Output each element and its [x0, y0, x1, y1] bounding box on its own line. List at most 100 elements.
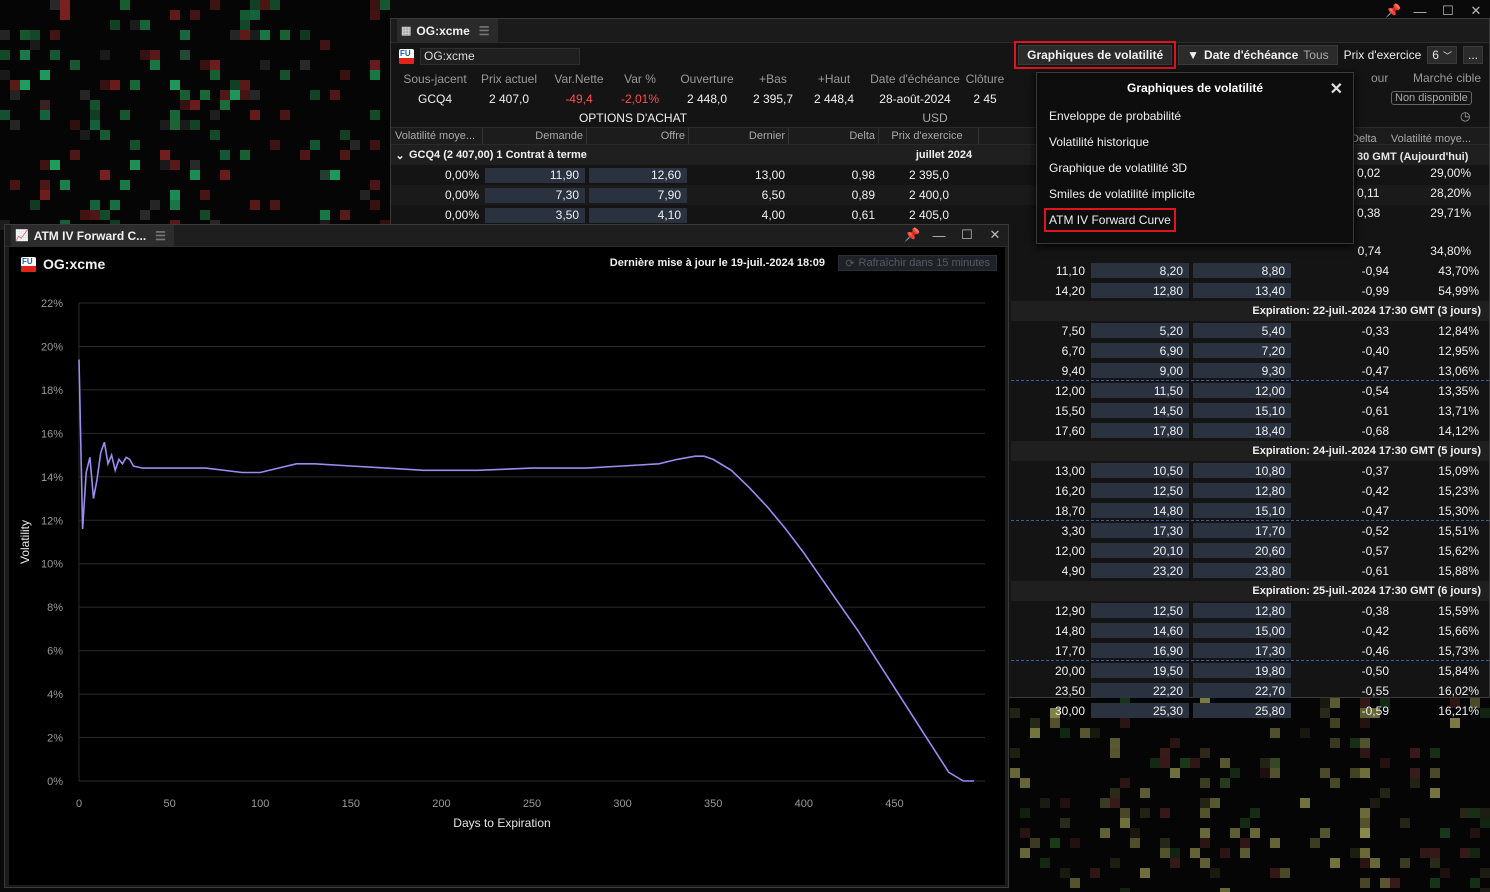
ask-cell[interactable]: 15,00 [1193, 623, 1291, 638]
table-row[interactable]: 15,50 14,50 15,10 -0,61 13,71% [1011, 401, 1489, 421]
ask-cell[interactable]: 15,10 [1193, 503, 1291, 518]
table-row[interactable]: 12,00 20,10 20,60 -0,57 15,62% [1011, 541, 1489, 561]
close-icon[interactable]: ✕ [988, 227, 1002, 243]
table-row[interactable]: 4,90 23,20 23,80 -0,61 15,88% [1011, 561, 1489, 581]
ask-cell[interactable]: 5,40 [1193, 323, 1291, 338]
bid-cell[interactable]: 9,00 [1091, 363, 1189, 378]
pin-icon[interactable]: 📌 [904, 227, 920, 243]
ask-cell[interactable]: 17,70 [1193, 523, 1291, 538]
table-row[interactable]: 3,30 17,30 17,70 -0,52 15,51% [1011, 521, 1489, 541]
ask-cell[interactable]: 23,80 [1193, 563, 1291, 578]
expiration-row[interactable]: Expiration: 24-juil.-2024 17:30 GMT (5 j… [1011, 441, 1489, 461]
clock-icon[interactable]: ◷ [1460, 109, 1470, 123]
ask-cell[interactable]: 12,60 [589, 167, 687, 183]
minimize-icon[interactable]: — [932, 228, 946, 243]
bid-cell[interactable]: 17,30 [1091, 523, 1189, 538]
bid-cell[interactable]: 22,20 [1091, 683, 1189, 698]
column-header[interactable]: Demande [483, 128, 587, 144]
table-row[interactable]: 12,90 12,50 12,80 -0,38 15,59% [1011, 601, 1489, 621]
more-button[interactable]: ... [1462, 46, 1483, 64]
bid-cell[interactable]: 12,50 [1091, 603, 1189, 618]
menu-icon[interactable]: ☰ [155, 229, 166, 243]
column-header[interactable]: Delta [789, 128, 879, 144]
table-row[interactable]: 14,80 14,60 15,00 -0,42 15,66% [1011, 621, 1489, 641]
column-header[interactable]: Volatilité moye... [391, 128, 483, 144]
table-row[interactable]: 23,50 22,20 22,70 -0,55 16,02% [1011, 681, 1489, 701]
bid-cell[interactable]: 12,50 [1091, 483, 1189, 498]
table-row[interactable]: 7,50 5,20 5,40 -0,33 12,84% [1011, 321, 1489, 341]
column-header[interactable]: Offre [587, 128, 689, 144]
bid-cell[interactable]: 19,50 [1091, 663, 1189, 678]
expiration-row[interactable]: Expiration: 25-juil.-2024 17:30 GMT (6 j… [1011, 581, 1489, 601]
bid-cell[interactable]: 14,50 [1091, 403, 1189, 418]
bid-cell[interactable]: 12,80 [1091, 283, 1189, 298]
ask-cell[interactable]: 7,90 [589, 187, 687, 203]
close-icon[interactable]: ✕ [1330, 79, 1343, 99]
ask-cell[interactable]: 12,00 [1193, 383, 1291, 398]
bid-cell[interactable]: 25,30 [1091, 703, 1189, 718]
menu-item-probability-envelope[interactable]: Enveloppe de probabilité [1037, 103, 1353, 129]
chevron-down-icon[interactable]: ⌄ [391, 149, 409, 162]
bid-cell[interactable]: 23,20 [1091, 563, 1189, 578]
table-row[interactable]: 13,00 10,50 10,80 -0,37 15,09% [1011, 461, 1489, 481]
bid-cell[interactable]: 11,90 [485, 167, 585, 183]
ask-cell[interactable]: 12,80 [1193, 483, 1291, 498]
table-row[interactable]: 9,40 9,00 9,30 -0,47 13,06% [1011, 361, 1489, 381]
ask-cell[interactable]: 7,20 [1193, 343, 1291, 358]
bid-cell[interactable]: 7,30 [485, 187, 585, 203]
refresh-button[interactable]: ⟳ Rafraîchir dans 15 minutes [838, 255, 997, 271]
table-row[interactable]: 0,38 29,71% [1357, 203, 1471, 223]
table-row[interactable]: 16,20 12,50 12,80 -0,42 15,23% [1011, 481, 1489, 501]
bid-cell[interactable]: 6,90 [1091, 343, 1189, 358]
table-row[interactable]: 0,02 29,00% [1357, 163, 1471, 183]
menu-item-implied-volatility-smiles[interactable]: Smiles de volatilité implicite [1037, 181, 1353, 207]
table-row[interactable]: 17,70 16,90 17,30 -0,46 15,73% [1011, 641, 1489, 661]
column-header[interactable]: Prix d'exercice [879, 128, 979, 144]
bid-cell[interactable]: 16,90 [1091, 643, 1189, 658]
ask-cell[interactable]: 18,40 [1193, 423, 1291, 438]
volatility-charts-button[interactable]: Graphiques de volatilité [1014, 41, 1177, 69]
ask-cell[interactable]: 19,80 [1193, 663, 1291, 678]
table-row[interactable]: 30,00 25,30 25,80 -0,59 16,21% [1011, 701, 1489, 721]
ask-cell[interactable]: 9,30 [1193, 363, 1291, 378]
bid-cell[interactable]: 17,80 [1091, 423, 1189, 438]
ask-cell[interactable]: 12,80 [1193, 603, 1291, 618]
minimize-icon[interactable]: — [1413, 4, 1427, 19]
ask-cell[interactable]: 22,70 [1193, 683, 1291, 698]
atm-iv-forward-curve-chart[interactable]: 0% 2% 4% 6% 8% 10% 12% 14% 16% 18% 20% 22% 0 50 100 150… [9, 281, 1005, 885]
menu-icon[interactable]: ☰ [479, 24, 490, 38]
ask-cell[interactable]: 20,60 [1193, 543, 1291, 558]
ask-cell[interactable]: 4,10 [589, 207, 687, 223]
menu-item-historical-volatility[interactable]: Volatilité historique [1037, 129, 1353, 155]
column-header[interactable]: Dernier [689, 128, 789, 144]
ask-cell[interactable]: 15,10 [1193, 403, 1291, 418]
table-row[interactable]: 14,20 12,80 13,40 -0,99 54,99% [1011, 281, 1489, 301]
bid-cell[interactable]: 14,80 [1091, 503, 1189, 518]
table-row[interactable]: 20,00 19,50 19,80 -0,50 15,84% [1011, 661, 1489, 681]
ask-cell[interactable]: 8,80 [1193, 263, 1291, 278]
table-row[interactable]: 0,11 28,20% [1357, 183, 1471, 203]
bid-cell[interactable]: 20,10 [1091, 543, 1189, 558]
bid-cell[interactable]: 8,20 [1091, 263, 1189, 278]
table-row[interactable]: 18,70 14,80 15,10 -0,47 15,30% [1011, 501, 1489, 521]
table-row[interactable]: 12,00 11,50 12,00 -0,54 13,35% [1011, 381, 1489, 401]
ask-cell[interactable]: 17,30 [1193, 643, 1291, 658]
close-icon[interactable]: ✕ [1469, 3, 1483, 19]
bid-cell[interactable]: 14,60 [1091, 623, 1189, 638]
maximize-icon[interactable]: ☐ [1441, 3, 1455, 19]
table-row[interactable]: 11,10 8,20 8,80 -0,94 43,70% [1011, 261, 1489, 281]
menu-item-3d-volatility[interactable]: Graphique de volatilité 3D [1037, 155, 1353, 181]
bid-cell[interactable]: 3,50 [485, 207, 585, 223]
expiration-row[interactable]: Expiration: 22-juil.-2024 17:30 GMT (3 j… [1011, 301, 1489, 321]
table-row[interactable]: 0,74 34,80% [1011, 241, 1489, 261]
ask-cell[interactable]: 25,80 [1193, 703, 1291, 718]
symbol-input[interactable]: OG:xcme [420, 47, 580, 65]
menu-item-atm-iv-forward-curve[interactable]: ATM IV Forward Curve [1037, 207, 1353, 233]
options-window-tab[interactable]: ▦ OG:xcme ☰ [397, 19, 498, 42]
ask-cell[interactable]: 13,40 [1193, 283, 1291, 298]
bid-cell[interactable]: 10,50 [1091, 463, 1189, 478]
ask-cell[interactable]: 10,80 [1193, 463, 1291, 478]
bid-cell[interactable]: 11,50 [1091, 383, 1189, 398]
expiry-filter-button[interactable]: ▼ Date d'échéance Tous [1178, 45, 1338, 65]
table-row[interactable]: 17,60 17,80 18,40 -0,68 14,12% [1011, 421, 1489, 441]
